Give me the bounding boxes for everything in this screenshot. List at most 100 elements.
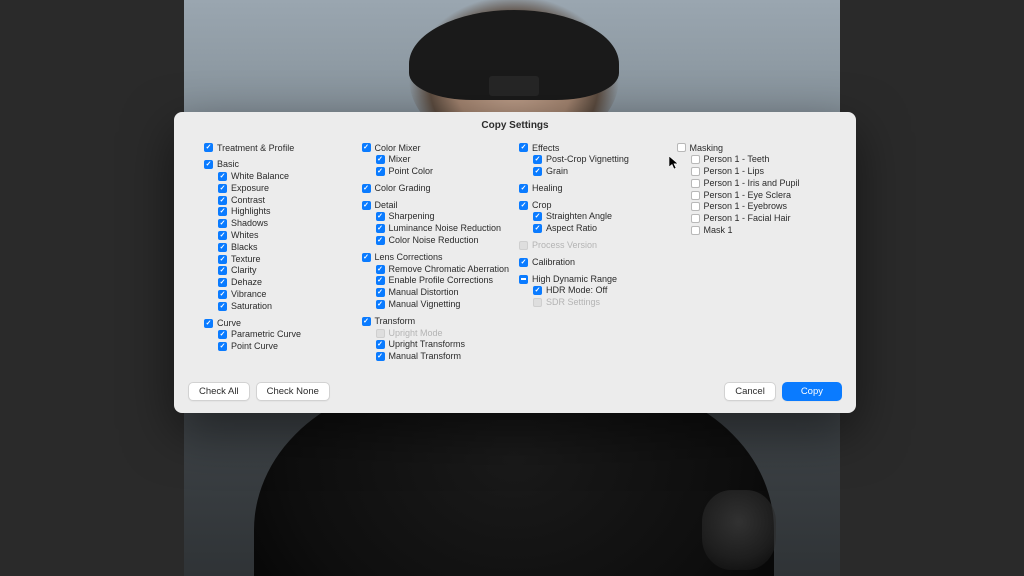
option-color-grading[interactable]: Color Grading — [362, 182, 512, 194]
option-healing[interactable]: Healing — [519, 182, 669, 194]
option-person-1-facial-hair[interactable]: Person 1 - Facial Hair — [677, 213, 827, 225]
option-clarity[interactable]: Clarity — [204, 265, 354, 277]
checkbox-shadows[interactable] — [218, 219, 227, 228]
checkbox-point-curve[interactable] — [218, 342, 227, 351]
option-detail[interactable]: Detail — [362, 199, 512, 211]
checkbox-treatment-profile[interactable] — [204, 143, 213, 152]
option-parametric-curve[interactable]: Parametric Curve — [204, 329, 354, 341]
option-hdr-mode-off[interactable]: HDR Mode: Off — [519, 285, 669, 297]
check-none-button[interactable]: Check None — [256, 382, 330, 401]
checkbox-person-1-iris-and-pupil[interactable] — [691, 179, 700, 188]
option-exposure[interactable]: Exposure — [204, 182, 354, 194]
checkbox-sharpening[interactable] — [376, 212, 385, 221]
option-saturation[interactable]: Saturation — [204, 300, 354, 312]
checkbox-grain[interactable] — [533, 167, 542, 176]
option-shadows[interactable]: Shadows — [204, 218, 354, 230]
checkbox-basic[interactable] — [204, 160, 213, 169]
checkbox-person-1-eyebrows[interactable] — [691, 202, 700, 211]
checkbox-remove-chromatic-aberration[interactable] — [376, 265, 385, 274]
option-person-1-iris-and-pupil[interactable]: Person 1 - Iris and Pupil — [677, 177, 827, 189]
checkbox-color-grading[interactable] — [362, 184, 371, 193]
option-aspect-ratio[interactable]: Aspect Ratio — [519, 223, 669, 235]
checkbox-healing[interactable] — [519, 184, 528, 193]
checkbox-manual-transform[interactable] — [376, 352, 385, 361]
option-curve[interactable]: Curve — [204, 317, 354, 329]
option-basic[interactable]: Basic — [204, 159, 354, 171]
option-person-1-eye-sclera[interactable]: Person 1 - Eye Sclera — [677, 189, 827, 201]
option-post-crop-vignetting[interactable]: Post-Crop Vignetting — [519, 154, 669, 166]
checkbox-crop[interactable] — [519, 201, 528, 210]
option-high-dynamic-range[interactable]: High Dynamic Range — [519, 273, 669, 285]
checkbox-aspect-ratio[interactable] — [533, 224, 542, 233]
option-mixer[interactable]: Mixer — [362, 154, 512, 166]
option-crop[interactable]: Crop — [519, 199, 669, 211]
cancel-button[interactable]: Cancel — [724, 382, 776, 401]
checkbox-contrast[interactable] — [218, 196, 227, 205]
option-whites[interactable]: Whites — [204, 230, 354, 242]
checkbox-dehaze[interactable] — [218, 278, 227, 287]
checkbox-color-mixer[interactable] — [362, 143, 371, 152]
option-upright-transforms[interactable]: Upright Transforms — [362, 339, 512, 351]
option-color-mixer[interactable]: Color Mixer — [362, 142, 512, 154]
option-highlights[interactable]: Highlights — [204, 206, 354, 218]
checkbox-person-1-facial-hair[interactable] — [691, 214, 700, 223]
option-remove-chromatic-aberration[interactable]: Remove Chromatic Aberration — [362, 263, 512, 275]
option-grain[interactable]: Grain — [519, 166, 669, 178]
checkbox-calibration[interactable] — [519, 258, 528, 267]
option-effects[interactable]: Effects — [519, 142, 669, 154]
checkbox-hdr-mode-off[interactable] — [533, 286, 542, 295]
option-manual-transform[interactable]: Manual Transform — [362, 351, 512, 363]
checkbox-transform[interactable] — [362, 317, 371, 326]
checkbox-person-1-lips[interactable] — [691, 167, 700, 176]
checkbox-mask-1[interactable] — [691, 226, 700, 235]
option-calibration[interactable]: Calibration — [519, 256, 669, 268]
checkbox-upright-transforms[interactable] — [376, 340, 385, 349]
checkbox-vibrance[interactable] — [218, 290, 227, 299]
option-treatment-profile[interactable]: Treatment & Profile — [204, 142, 354, 154]
option-manual-vignetting[interactable]: Manual Vignetting — [362, 299, 512, 311]
checkbox-texture[interactable] — [218, 255, 227, 264]
check-all-button[interactable]: Check All — [188, 382, 250, 401]
checkbox-clarity[interactable] — [218, 266, 227, 275]
option-color-noise-reduction[interactable]: Color Noise Reduction — [362, 235, 512, 247]
checkbox-mixer[interactable] — [376, 155, 385, 164]
checkbox-high-dynamic-range[interactable] — [519, 275, 528, 284]
option-person-1-lips[interactable]: Person 1 - Lips — [677, 166, 827, 178]
option-masking[interactable]: Masking — [677, 142, 827, 154]
option-luminance-noise-reduction[interactable]: Luminance Noise Reduction — [362, 223, 512, 235]
option-straighten-angle[interactable]: Straighten Angle — [519, 211, 669, 223]
checkbox-masking[interactable] — [677, 143, 686, 152]
checkbox-detail[interactable] — [362, 201, 371, 210]
checkbox-white-balance[interactable] — [218, 172, 227, 181]
option-dehaze[interactable]: Dehaze — [204, 277, 354, 289]
checkbox-enable-profile-corrections[interactable] — [376, 276, 385, 285]
checkbox-manual-vignetting[interactable] — [376, 300, 385, 309]
option-enable-profile-corrections[interactable]: Enable Profile Corrections — [362, 275, 512, 287]
option-point-curve[interactable]: Point Curve — [204, 341, 354, 353]
option-lens-corrections[interactable]: Lens Corrections — [362, 251, 512, 263]
option-sharpening[interactable]: Sharpening — [362, 211, 512, 223]
option-person-1-teeth[interactable]: Person 1 - Teeth — [677, 154, 827, 166]
option-person-1-eyebrows[interactable]: Person 1 - Eyebrows — [677, 201, 827, 213]
checkbox-color-noise-reduction[interactable] — [376, 236, 385, 245]
checkbox-manual-distortion[interactable] — [376, 288, 385, 297]
option-blacks[interactable]: Blacks — [204, 241, 354, 253]
checkbox-exposure[interactable] — [218, 184, 227, 193]
checkbox-luminance-noise-reduction[interactable] — [376, 224, 385, 233]
checkbox-parametric-curve[interactable] — [218, 330, 227, 339]
checkbox-point-color[interactable] — [376, 167, 385, 176]
option-white-balance[interactable]: White Balance — [204, 171, 354, 183]
option-contrast[interactable]: Contrast — [204, 194, 354, 206]
option-mask-1[interactable]: Mask 1 — [677, 225, 827, 237]
checkbox-lens-corrections[interactable] — [362, 253, 371, 262]
checkbox-saturation[interactable] — [218, 302, 227, 311]
checkbox-curve[interactable] — [204, 319, 213, 328]
checkbox-straighten-angle[interactable] — [533, 212, 542, 221]
checkbox-effects[interactable] — [519, 143, 528, 152]
option-texture[interactable]: Texture — [204, 253, 354, 265]
option-transform[interactable]: Transform — [362, 315, 512, 327]
option-manual-distortion[interactable]: Manual Distortion — [362, 287, 512, 299]
checkbox-blacks[interactable] — [218, 243, 227, 252]
checkbox-person-1-teeth[interactable] — [691, 155, 700, 164]
checkbox-post-crop-vignetting[interactable] — [533, 155, 542, 164]
